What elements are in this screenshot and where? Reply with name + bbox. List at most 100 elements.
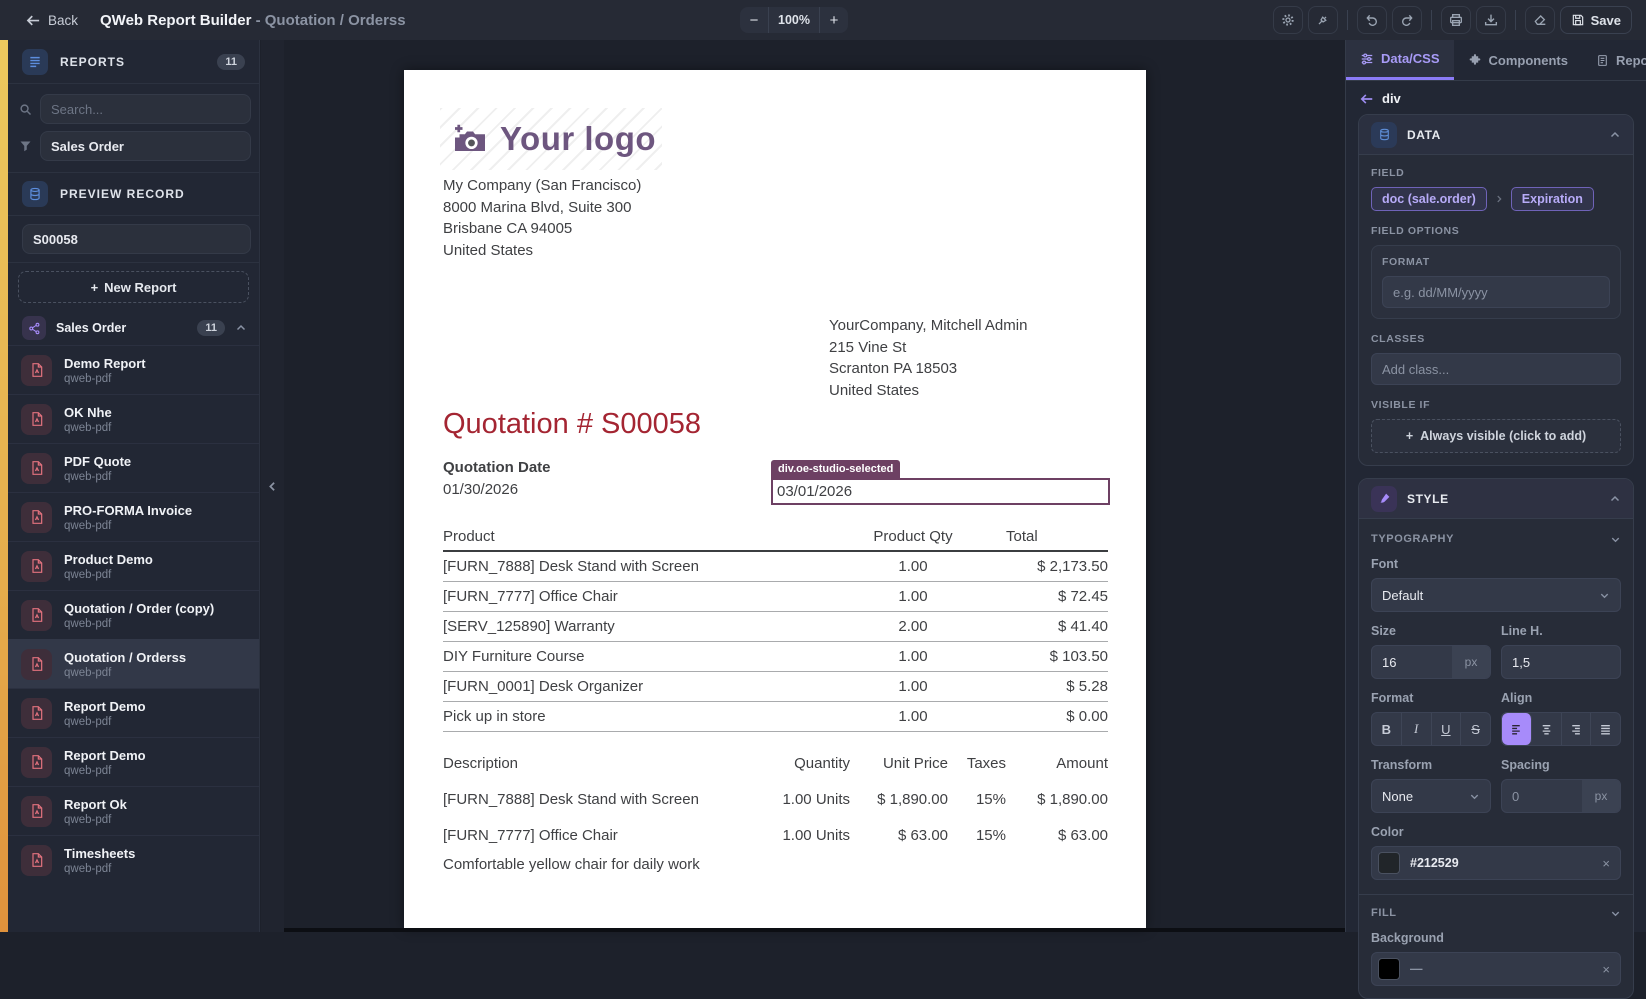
redo-icon xyxy=(1399,12,1415,28)
clear-background-icon[interactable]: × xyxy=(1602,962,1610,977)
order-lines-table[interactable]: Description Quantity Unit Price Taxes Am… xyxy=(443,745,1108,875)
zoom-out-button[interactable]: − xyxy=(740,7,768,33)
eraser-button[interactable] xyxy=(1525,6,1555,34)
product-table-row[interactable]: DIY Furniture Course 1.00 $ 103.50 xyxy=(443,642,1108,672)
fill-section-row[interactable]: FILL xyxy=(1371,907,1621,919)
product-table-row[interactable]: [SERV_125890] Warranty 2.00 $ 41.40 xyxy=(443,612,1108,642)
group-label: Sales Order xyxy=(56,321,187,335)
chevron-up-icon[interactable] xyxy=(235,322,247,334)
sales-order-group-header[interactable]: Sales Order 11 xyxy=(8,311,259,345)
classes-input[interactable] xyxy=(1371,353,1621,385)
chevron-up-icon[interactable] xyxy=(1609,493,1621,505)
properties-panel: Data/CSS Components Report div DATA FIEL… xyxy=(1345,40,1646,932)
breadcrumb-back-arrow-icon[interactable] xyxy=(1360,92,1374,106)
field-pill-root[interactable]: doc (sale.order) xyxy=(1371,187,1487,211)
fill-divider xyxy=(1359,894,1633,895)
data-card-header[interactable]: DATA xyxy=(1359,115,1633,155)
new-report-button[interactable]: + New Report xyxy=(18,271,249,303)
product-table-row[interactable]: Pick up in store 1.00 $ 0.00 xyxy=(443,702,1108,732)
report-item-title: Product Demo xyxy=(64,552,153,567)
report-list-item[interactable]: Quotation / Orderss qweb-pdf xyxy=(8,639,259,688)
undo-button[interactable] xyxy=(1357,6,1387,34)
tab-report[interactable]: Report xyxy=(1582,40,1646,80)
background-color-control[interactable]: — × xyxy=(1371,952,1621,986)
search-input[interactable] xyxy=(40,94,251,124)
chevron-down-icon[interactable] xyxy=(1610,908,1621,919)
report-page[interactable]: Your logo My Company (San Francisco) 800… xyxy=(404,70,1146,928)
pin-button[interactable] xyxy=(1308,6,1338,34)
order-line-row[interactable]: [FURN_7777] Office Chair 1.00 Units $ 63… xyxy=(443,817,1108,853)
plus-icon: + xyxy=(91,280,99,295)
quotation-title[interactable]: Quotation # S00058 xyxy=(443,408,701,441)
col-unit-price: Unit Price xyxy=(850,755,948,772)
strikethrough-button[interactable]: S xyxy=(1461,713,1490,745)
expiration-date-field-selected[interactable]: 03/01/2026 xyxy=(771,478,1110,505)
field-pill-leaf[interactable]: Expiration xyxy=(1511,187,1594,211)
breadcrumb-element[interactable]: div xyxy=(1382,91,1401,106)
product-table-row[interactable]: [FURN_0001] Desk Organizer 1.00 $ 5.28 xyxy=(443,672,1108,702)
quotation-date-value[interactable]: 01/30/2026 xyxy=(443,481,518,498)
chevron-up-icon[interactable] xyxy=(1609,129,1621,141)
font-select[interactable]: Default xyxy=(1371,578,1621,612)
report-list-item[interactable]: Timesheets qweb-pdf xyxy=(8,835,259,884)
report-list-item[interactable]: Demo Report qweb-pdf xyxy=(8,345,259,394)
settings-button[interactable] xyxy=(1273,6,1303,34)
report-item-texts: OK Nhe qweb-pdf xyxy=(64,405,112,434)
typography-section-row[interactable]: TYPOGRAPHY xyxy=(1371,533,1621,545)
product-table[interactable]: Product Product Qty Total [FURN_7888] De… xyxy=(443,522,1108,732)
report-list-item[interactable]: Report Demo qweb-pdf xyxy=(8,688,259,737)
tab-components[interactable]: Components xyxy=(1454,40,1582,80)
cell-product: [FURN_7777] Office Chair xyxy=(443,588,833,605)
company-address[interactable]: My Company (San Francisco) 8000 Marina B… xyxy=(443,175,641,261)
report-item-texts: Quotation / Order (copy) qweb-pdf xyxy=(64,601,214,630)
quotation-date-label[interactable]: Quotation Date xyxy=(443,459,551,476)
preview-record-header: PREVIEW RECORD xyxy=(8,172,259,216)
back-button[interactable]: Back xyxy=(26,13,78,28)
preview-record-input[interactable] xyxy=(22,224,251,254)
clear-color-icon[interactable]: × xyxy=(1602,856,1610,871)
download-button[interactable] xyxy=(1476,6,1506,34)
align-justify-button[interactable] xyxy=(1591,713,1620,745)
redo-button[interactable] xyxy=(1392,6,1422,34)
report-list-item[interactable]: PDF Quote qweb-pdf xyxy=(8,443,259,492)
bold-button[interactable]: B xyxy=(1372,713,1402,745)
align-left-button[interactable] xyxy=(1502,713,1532,745)
italic-button[interactable]: I xyxy=(1402,713,1432,745)
save-button[interactable]: Save xyxy=(1560,6,1632,34)
text-color-control[interactable]: #212529 × xyxy=(1371,846,1621,880)
product-table-row[interactable]: [FURN_7888] Desk Stand with Screen 1.00 … xyxy=(443,552,1108,582)
chevron-down-icon[interactable] xyxy=(1610,534,1621,545)
size-input[interactable] xyxy=(1372,646,1452,678)
model-filter-select[interactable]: Sales Order xyxy=(40,131,251,161)
company-logo-placeholder[interactable]: Your logo xyxy=(440,108,662,170)
transform-select[interactable]: None xyxy=(1371,779,1491,813)
collapse-chevron-left-icon[interactable] xyxy=(266,480,279,493)
report-list-item[interactable]: Report Ok qweb-pdf xyxy=(8,786,259,835)
spacing-input[interactable] xyxy=(1502,780,1582,812)
background-color-swatch[interactable] xyxy=(1378,958,1400,980)
report-list-item[interactable]: Product Demo qweb-pdf xyxy=(8,541,259,590)
report-list-item[interactable]: Report Demo qweb-pdf xyxy=(8,737,259,786)
visible-if-add-button[interactable]: + Always visible (click to add) xyxy=(1371,419,1621,453)
cell-unit-price: $ 1,890.00 xyxy=(850,791,948,808)
share-nodes-icon xyxy=(22,316,46,340)
col-quantity: Quantity xyxy=(735,755,850,772)
style-card-header[interactable]: STYLE xyxy=(1359,479,1633,519)
product-table-row[interactable]: [FURN_7777] Office Chair 1.00 $ 72.45 xyxy=(443,582,1108,612)
report-list-item[interactable]: PRO-FORMA Invoice qweb-pdf xyxy=(8,492,259,541)
format-input[interactable] xyxy=(1382,276,1610,308)
report-list-item[interactable]: Quotation / Order (copy) qweb-pdf xyxy=(8,590,259,639)
col-description: Description xyxy=(443,755,735,772)
customer-address[interactable]: YourCompany, Mitchell Admin 215 Vine St … xyxy=(829,315,1027,401)
reports-header-label: REPORTS xyxy=(60,55,205,69)
zoom-in-button[interactable]: + xyxy=(820,7,848,33)
print-button[interactable] xyxy=(1441,6,1471,34)
align-right-button[interactable] xyxy=(1562,713,1592,745)
line-height-input[interactable] xyxy=(1502,646,1620,678)
align-center-button[interactable] xyxy=(1532,713,1562,745)
report-list-item[interactable]: OK Nhe qweb-pdf xyxy=(8,394,259,443)
tab-data-css[interactable]: Data/CSS xyxy=(1346,40,1454,80)
underline-button[interactable]: U xyxy=(1432,713,1462,745)
text-color-swatch[interactable] xyxy=(1378,852,1400,874)
order-line-row[interactable]: [FURN_7888] Desk Stand with Screen 1.00 … xyxy=(443,781,1108,817)
